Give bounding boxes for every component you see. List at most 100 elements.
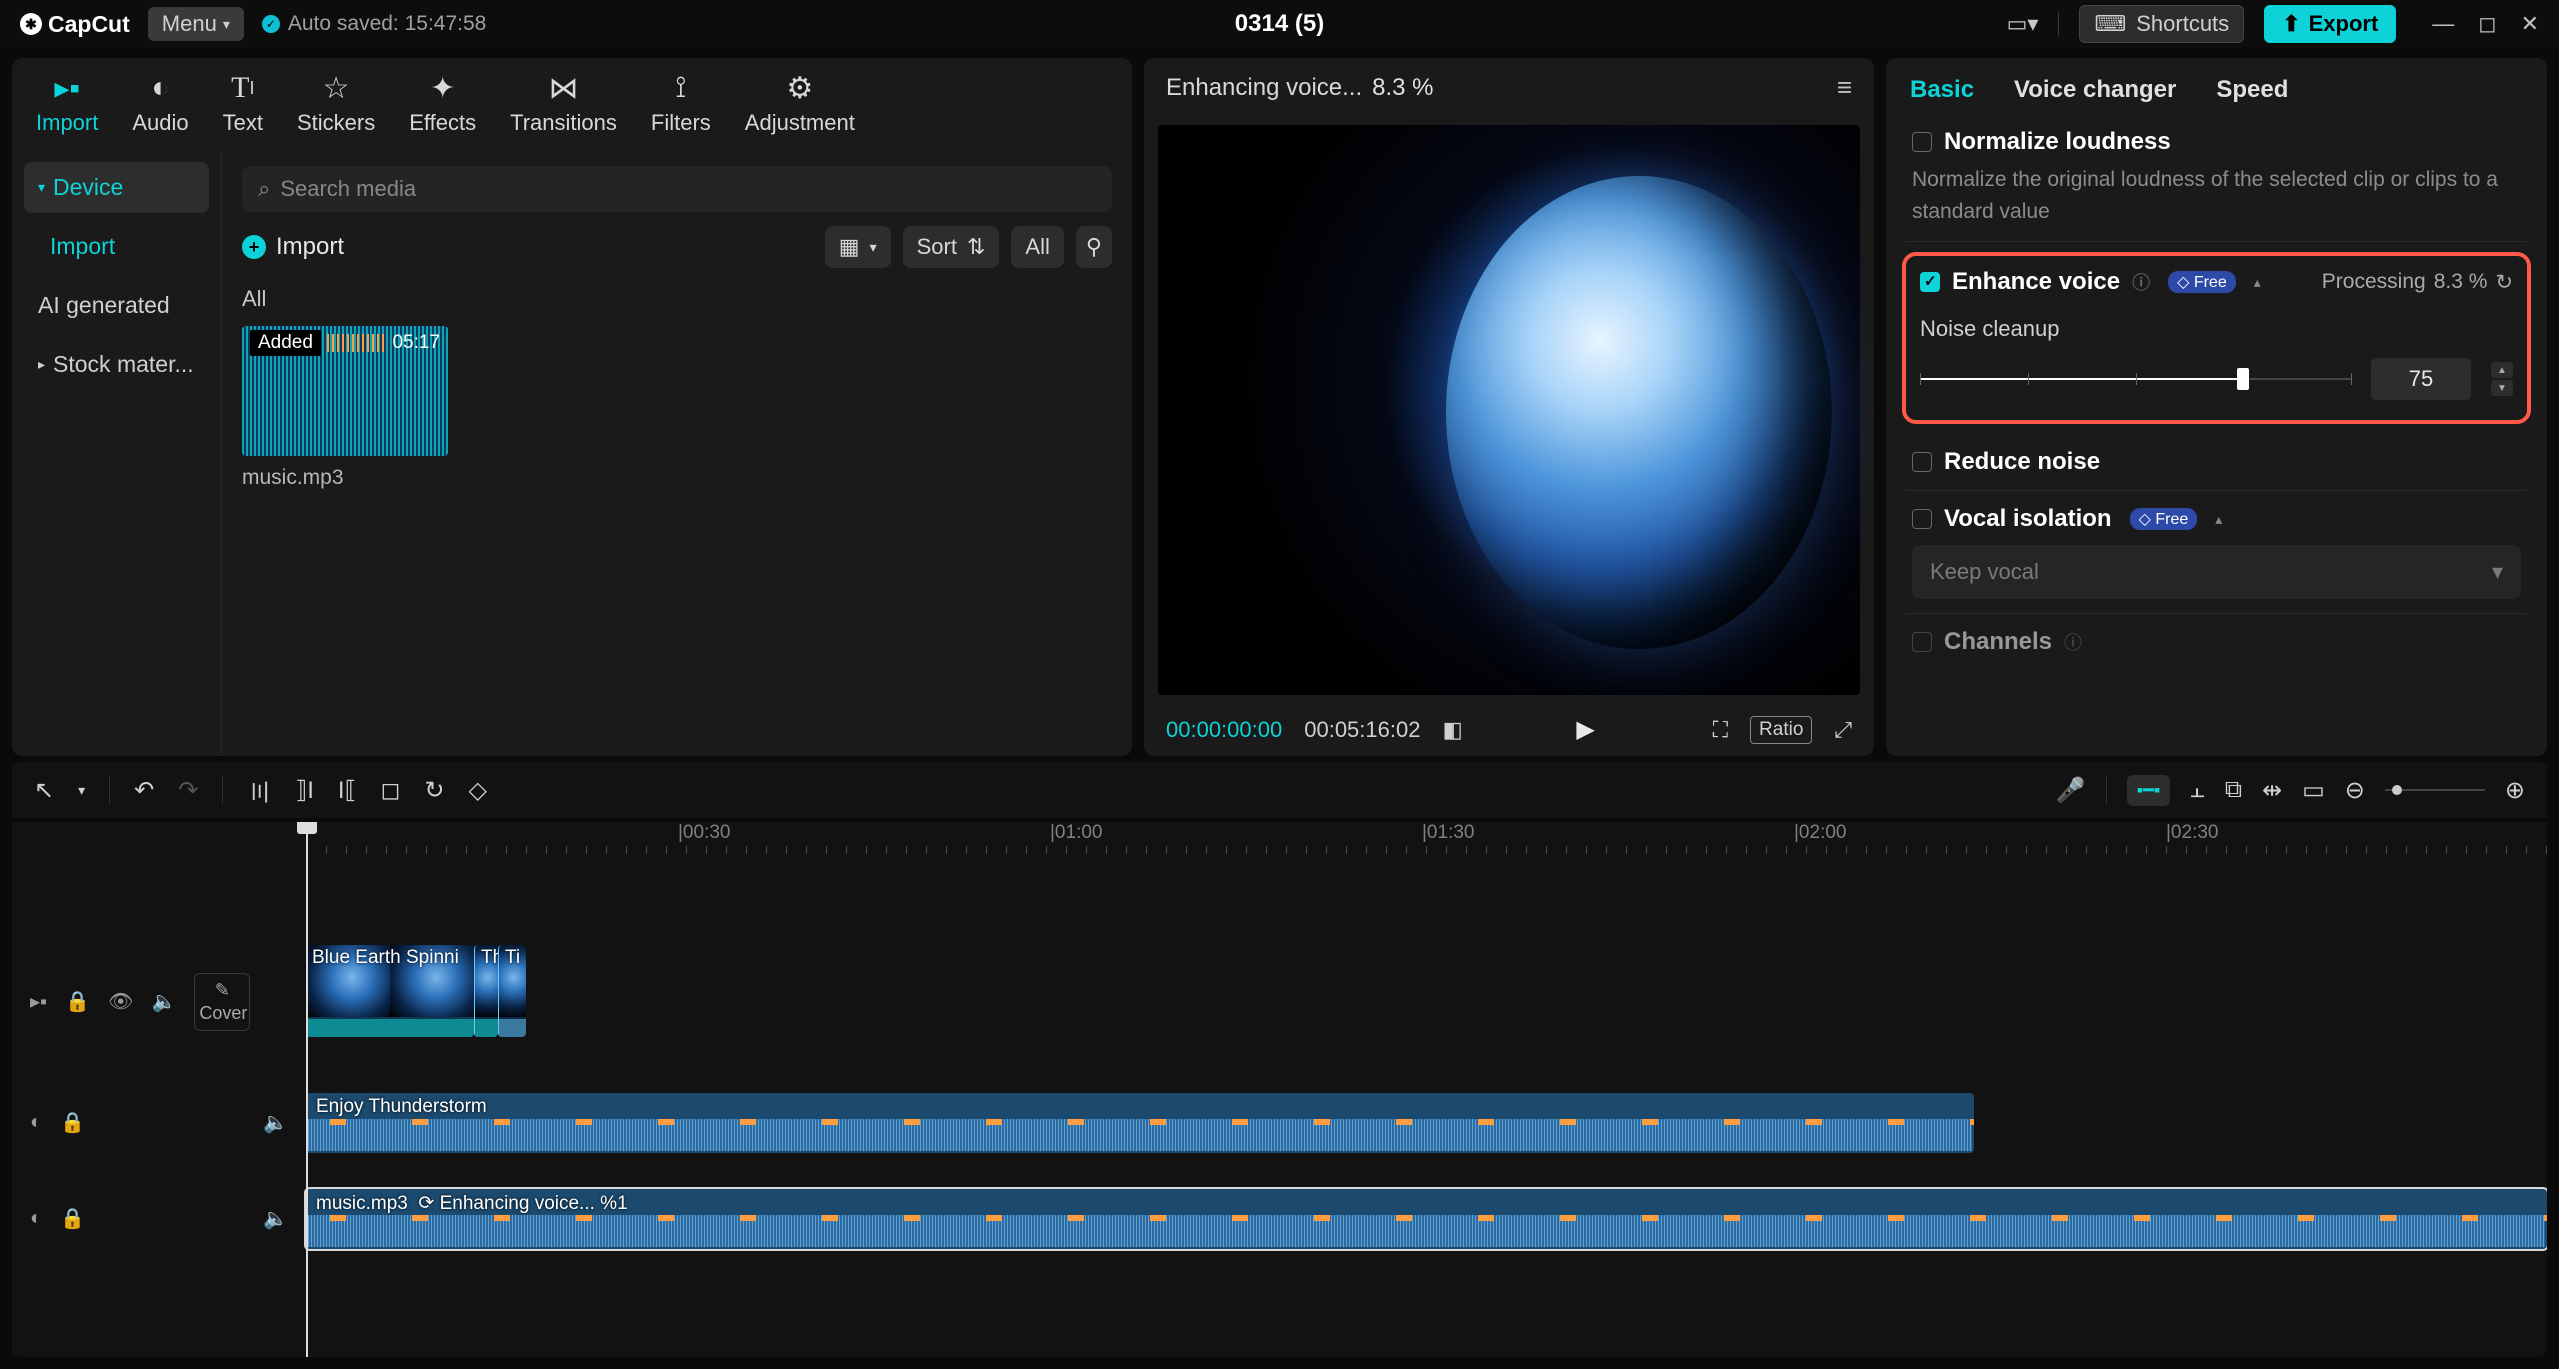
track-audio-icon[interactable]: ◐ [30, 1111, 42, 1134]
noise-cleanup-label: Noise cleanup [1920, 316, 2513, 342]
vocal-checkbox[interactable] [1912, 509, 1932, 529]
timecode-total: 00:05:16:02 [1304, 717, 1420, 743]
compare-icon[interactable]: ▮▯ [1442, 717, 1458, 743]
video-track-lane[interactable]: Blue Earth Spinni Th Ti [306, 943, 2547, 1061]
redo-button[interactable]: ↷ [178, 776, 198, 805]
step-down[interactable]: ▼ [2491, 380, 2513, 396]
playhead[interactable] [306, 822, 308, 1357]
caret-down-icon: ▾ [38, 179, 45, 196]
tab-audio[interactable]: ◐Audio [132, 72, 188, 136]
tab-effects[interactable]: ✦Effects [409, 72, 476, 136]
undo-button[interactable]: ↶ [134, 776, 154, 805]
tab-transitions[interactable]: ⋈Transitions [510, 72, 617, 136]
import-button[interactable]: + Import [242, 233, 344, 261]
channels-block: Channels ⓘ [1906, 614, 2527, 670]
magnet-button[interactable]: ⫠ [2190, 776, 2205, 804]
audio2-lane[interactable]: music.mp3 ⟳ Enhancing voice... %1 [306, 1189, 2547, 1249]
audio-clip-2[interactable]: music.mp3 ⟳ Enhancing voice... %1 [306, 1189, 2547, 1249]
media-body: ▾Device Import AI generated ▸Stock mater… [12, 150, 1132, 756]
link-button[interactable]: ⧉ [2225, 776, 2242, 804]
tab-filters[interactable]: ⟟Filters [651, 72, 711, 136]
shortcuts-button[interactable]: ⌨ Shortcuts [2079, 5, 2244, 43]
property-tabs: Basic Voice changer Speed [1886, 58, 2547, 122]
mic-button[interactable]: 🎤 [2056, 776, 2086, 805]
enhance-checkbox[interactable] [1920, 272, 1940, 292]
track-video-icon[interactable]: ▸▪ [30, 989, 47, 1014]
mute-icon[interactable]: 🔈 [263, 1206, 288, 1231]
view-grid-button[interactable]: ▦▾ [825, 226, 891, 268]
zoom-out-button[interactable]: ⊖ [2345, 776, 2365, 805]
cursor-tool[interactable]: ↖ [34, 776, 54, 805]
lock-icon[interactable]: 🔒 [65, 989, 90, 1014]
chevron-down-icon: ▾ [223, 16, 230, 33]
audio1-lane[interactable]: Enjoy Thunderstorm [306, 1093, 2547, 1153]
autosave-status: ✓ Auto saved: 15:47:58 [262, 12, 487, 36]
cover-button[interactable]: ✎Cover [194, 973, 250, 1031]
tab-text[interactable]: TIText [223, 72, 263, 136]
noise-cleanup-slider[interactable] [1920, 365, 2351, 393]
lock-icon[interactable]: 🔒 [60, 1110, 85, 1135]
close-button[interactable]: ✕ [2521, 11, 2539, 37]
vocal-select[interactable]: Keep vocal ▾ [1912, 545, 2521, 599]
tab-adjustment[interactable]: ⚙Adjustment [745, 72, 855, 136]
scan-icon[interactable]: ⛶ [1713, 717, 1728, 743]
info-icon[interactable]: ⓘ [2064, 629, 2082, 655]
sort-button[interactable]: Sort ⇅ [903, 226, 1000, 268]
play-button[interactable]: ▶ [1576, 715, 1594, 744]
audio-clip-1[interactable]: Enjoy Thunderstorm [306, 1093, 1974, 1153]
reduce-noise-checkbox[interactable] [1912, 452, 1932, 472]
mute-icon[interactable]: 🔈 [263, 1110, 288, 1135]
track-audio-icon[interactable]: ◐ [30, 1207, 42, 1230]
menu-button[interactable]: Menu ▾ [148, 7, 244, 41]
split-left-tool[interactable]: ⟧I [295, 776, 314, 805]
refresh-icon[interactable]: ↻ [2495, 270, 2513, 295]
timeline-ruler[interactable]: |00:30 |01:00 |01:30 |02:00 |02:30 [306, 822, 2547, 858]
video-clip-3[interactable]: Ti [498, 945, 526, 1037]
minimize-button[interactable]: — [2432, 11, 2454, 37]
video-clip-1[interactable]: Blue Earth Spinni [306, 945, 474, 1037]
lock-icon[interactable]: 🔒 [60, 1206, 85, 1231]
preview-viewport[interactable] [1158, 125, 1860, 695]
crop-tool[interactable]: ◻ [380, 776, 400, 805]
tool-dropdown[interactable]: ▾ [78, 782, 85, 799]
slider-thumb[interactable] [2237, 368, 2249, 390]
search-input[interactable]: ⌕ Search media [242, 166, 1112, 212]
normalize-checkbox[interactable] [1912, 132, 1932, 152]
nav-import[interactable]: Import [24, 221, 209, 272]
info-icon[interactable]: ⓘ [2132, 269, 2150, 295]
export-button[interactable]: ⬆ Export [2264, 5, 2396, 43]
nav-device[interactable]: ▾Device [24, 162, 209, 213]
video-clip-2[interactable]: Th [474, 945, 498, 1037]
filter-all-button[interactable]: All [1011, 226, 1063, 268]
layout-icon[interactable]: ▭▾ [2007, 11, 2039, 37]
align-button[interactable]: ⇹ [2262, 776, 2282, 805]
nav-ai-generated[interactable]: AI generated [24, 280, 209, 331]
tab-import[interactable]: ▸▪Import [36, 72, 98, 136]
eye-icon[interactable]: 👁 [108, 989, 133, 1014]
noise-cleanup-value[interactable]: 75 [2371, 358, 2471, 400]
step-up[interactable]: ▲ [2491, 362, 2513, 378]
zoom-slider[interactable] [2385, 789, 2485, 791]
ratio-button[interactable]: Ratio [1750, 716, 1812, 744]
fullscreen-icon[interactable]: ⤢ [1834, 717, 1852, 743]
nav-stock[interactable]: ▸Stock mater... [24, 339, 209, 390]
zoom-in-button[interactable]: ⊕ [2505, 776, 2525, 805]
collapse-icon[interactable]: ▴ [2254, 274, 2261, 291]
preview-toggle[interactable]: ▭ [2302, 776, 2325, 805]
channels-checkbox[interactable] [1912, 632, 1932, 652]
tab-voice-changer[interactable]: Voice changer [2014, 76, 2176, 104]
collapse-icon[interactable]: ▴ [2215, 511, 2222, 528]
split-right-tool[interactable]: I⟦ [338, 776, 357, 805]
tab-speed[interactable]: Speed [2216, 76, 2288, 104]
magnet-main-button[interactable]: ▪━▪ [2127, 775, 2171, 806]
tab-basic[interactable]: Basic [1910, 76, 1974, 104]
reverse-tool[interactable]: ↻ [424, 776, 444, 805]
split-tool[interactable]: 〣 [247, 773, 271, 808]
filter-button[interactable]: ⚲ [1076, 226, 1112, 268]
maximize-button[interactable]: ◻ [2478, 11, 2496, 37]
preview-menu-button[interactable]: ≡ [1837, 72, 1852, 103]
media-item[interactable]: Added 05:17 music.mp3 [242, 326, 448, 490]
mute-icon[interactable]: 🔈 [151, 989, 176, 1014]
tab-stickers[interactable]: ☆Stickers [297, 72, 375, 136]
mask-tool[interactable]: ◇ [469, 776, 487, 805]
